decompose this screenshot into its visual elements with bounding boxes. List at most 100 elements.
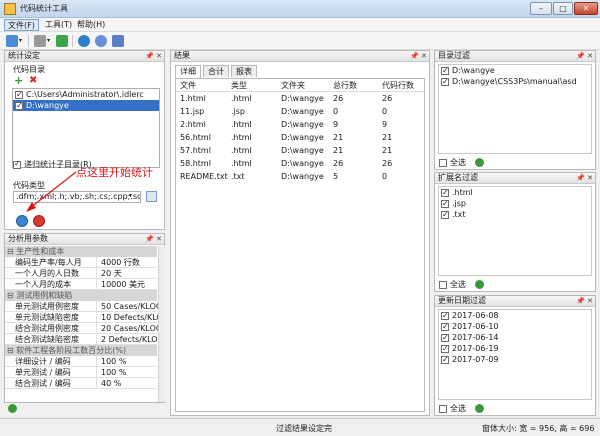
dropdown-arrow-icon[interactable]: ▾: [47, 37, 50, 44]
ok-icon[interactable]: [474, 158, 484, 167]
checkbox[interactable]: [441, 76, 449, 87]
run-icon[interactable]: [16, 215, 28, 227]
param-row[interactable]: 结合测试缺陷密度 2 Defects/KLOC: [5, 334, 161, 345]
date-filter-panel: 更新日期过滤 📌 ✕ 2017-06-08 2017-06-10 2017-06…: [434, 295, 596, 416]
list-item[interactable]: D:\wangye\CSS3Ps\manual\asd: [439, 76, 591, 87]
pin-icon[interactable]: 📌: [410, 51, 419, 61]
table-row[interactable]: 1.html .html D:\wangye 26 26: [176, 92, 424, 105]
checkbox[interactable]: [439, 404, 447, 413]
list-item[interactable]: 2017-06-14: [439, 332, 591, 343]
layout-icon[interactable]: [6, 35, 18, 47]
select-all-checkbox[interactable]: 全选: [439, 279, 484, 290]
list-item[interactable]: D:\wangye: [13, 100, 159, 111]
column-header[interactable]: 代码行数: [382, 79, 414, 92]
table-row[interactable]: 58.html .html D:\wangye 26 26: [176, 157, 424, 170]
checkbox[interactable]: [441, 187, 449, 198]
param-row[interactable]: 一个人月的人日数 20 天: [5, 268, 157, 279]
list-item[interactable]: C:\Users\Administrator\.idlerc: [13, 89, 159, 100]
add-icon[interactable]: +: [14, 75, 23, 86]
menu-file[interactable]: 文件(F): [4, 19, 39, 31]
edit-types-icon[interactable]: [146, 191, 157, 202]
tab-summary[interactable]: 合计: [203, 65, 229, 77]
checkbox[interactable]: [441, 209, 449, 220]
checkbox[interactable]: [441, 354, 449, 365]
checkbox[interactable]: [441, 332, 449, 343]
ok-icon[interactable]: [474, 280, 484, 289]
list-item[interactable]: 2017-06-08: [439, 310, 591, 321]
param-row[interactable]: 单元测试用例密度 50 Cases/KLOC: [5, 301, 161, 312]
pin-icon[interactable]: 📌: [576, 51, 585, 61]
column-header[interactable]: 类型: [231, 79, 247, 92]
checkbox[interactable]: [441, 343, 449, 354]
table-row[interactable]: 11.jsp .jsp D:\wangye 0 0: [176, 105, 424, 118]
dir-filter-list: D:\wangye D:\wangye\CSS3Ps\manual\asd: [438, 64, 592, 154]
status-bar: 过滤结果设定完 窗体大小: 宽 = 956, 高 = 696: [0, 418, 600, 436]
checkbox[interactable]: [439, 280, 447, 289]
ok-icon[interactable]: [8, 404, 17, 413]
close-icon[interactable]: ✕: [156, 51, 162, 61]
column-header[interactable]: 总行数: [333, 79, 357, 92]
param-row[interactable]: 一个人月的成本 10000 美元: [5, 279, 157, 290]
list-item[interactable]: .jsp: [439, 198, 591, 209]
select-all-checkbox[interactable]: 全选: [439, 403, 484, 414]
param-section[interactable]: ⊟ 软件工程各阶段工数百分比(%): [5, 345, 157, 356]
param-row[interactable]: 单元测试 / 编码 100 %: [5, 367, 157, 378]
list-item[interactable]: .txt: [439, 209, 591, 220]
table-row[interactable]: 2.html .html D:\wangye 9 9: [176, 118, 424, 131]
tab-report[interactable]: 报表: [231, 65, 257, 77]
minimize-button[interactable]: –: [530, 2, 552, 15]
param-row[interactable]: 结合测试 / 编码 40 %: [5, 378, 157, 389]
menu-tools[interactable]: 工具(T): [42, 19, 75, 31]
checkbox[interactable]: [441, 198, 449, 209]
list-item[interactable]: .html: [439, 187, 591, 198]
globe-icon[interactable]: [78, 35, 90, 47]
stop-icon[interactable]: [33, 215, 45, 227]
close-icon[interactable]: ✕: [587, 173, 593, 183]
filter-icon[interactable]: [34, 35, 46, 47]
expand-icon[interactable]: [56, 35, 68, 47]
list-item[interactable]: 2017-06-10: [439, 321, 591, 332]
pin-icon[interactable]: 📌: [576, 296, 585, 306]
close-icon[interactable]: ✕: [587, 51, 593, 61]
pin-icon[interactable]: 📌: [145, 51, 154, 61]
list-item[interactable]: 2017-07-09: [439, 354, 591, 365]
panel-header: 更新日期过滤 📌 ✕: [435, 296, 595, 307]
maximize-button[interactable]: □: [553, 2, 573, 15]
checkbox[interactable]: [15, 100, 23, 111]
table-row[interactable]: 56.html .html D:\wangye 21 21: [176, 131, 424, 144]
dropdown-arrow-icon[interactable]: ▾: [19, 37, 22, 44]
menu-help[interactable]: 帮助(H): [74, 19, 108, 31]
param-row[interactable]: 编码生产率/每人月 4000 行数: [5, 257, 157, 268]
refresh-icon[interactable]: [95, 35, 107, 47]
checkbox[interactable]: [441, 310, 449, 321]
close-button[interactable]: ✕: [574, 2, 598, 15]
column-header[interactable]: 文件夹: [281, 79, 305, 92]
param-row[interactable]: 结合测试用例密度 20 Cases/KLOC: [5, 323, 161, 334]
table-row[interactable]: 57.html .html D:\wangye 21 21: [176, 144, 424, 157]
list-item[interactable]: D:\wangye: [439, 65, 591, 76]
param-section[interactable]: ⊟ 生产性和成本: [5, 246, 157, 257]
scrollbar[interactable]: [158, 246, 165, 402]
close-icon[interactable]: ✕: [156, 234, 162, 244]
pin-icon[interactable]: 📌: [576, 173, 585, 183]
close-icon[interactable]: ✕: [587, 296, 593, 306]
checkbox[interactable]: [439, 158, 447, 167]
checkbox[interactable]: [15, 89, 23, 100]
list-item[interactable]: 2017-06-19: [439, 343, 591, 354]
param-row[interactable]: 单元测试缺陷密度10 Defects/KLOC: [5, 312, 161, 323]
chevron-down-icon[interactable]: ▾: [129, 192, 132, 199]
pin-icon[interactable]: 📌: [145, 234, 154, 244]
close-icon[interactable]: ✕: [421, 51, 427, 61]
user-icon[interactable]: [112, 35, 124, 47]
panel-title: 分析用参数: [8, 234, 48, 243]
tab-detail[interactable]: 详细: [175, 65, 201, 78]
param-row[interactable]: 详细设计 / 编码 100 %: [5, 356, 157, 367]
ok-icon[interactable]: [474, 404, 484, 413]
remove-icon[interactable]: ✖: [29, 76, 37, 86]
checkbox[interactable]: [441, 321, 449, 332]
checkbox[interactable]: [441, 65, 449, 76]
select-all-checkbox[interactable]: 全选: [439, 157, 484, 168]
table-row[interactable]: README.txt .txt D:\wangye 5 0: [176, 170, 424, 183]
column-header[interactable]: 文件: [180, 79, 196, 92]
param-section[interactable]: ⊟ 测试用例和缺陷: [5, 290, 157, 301]
